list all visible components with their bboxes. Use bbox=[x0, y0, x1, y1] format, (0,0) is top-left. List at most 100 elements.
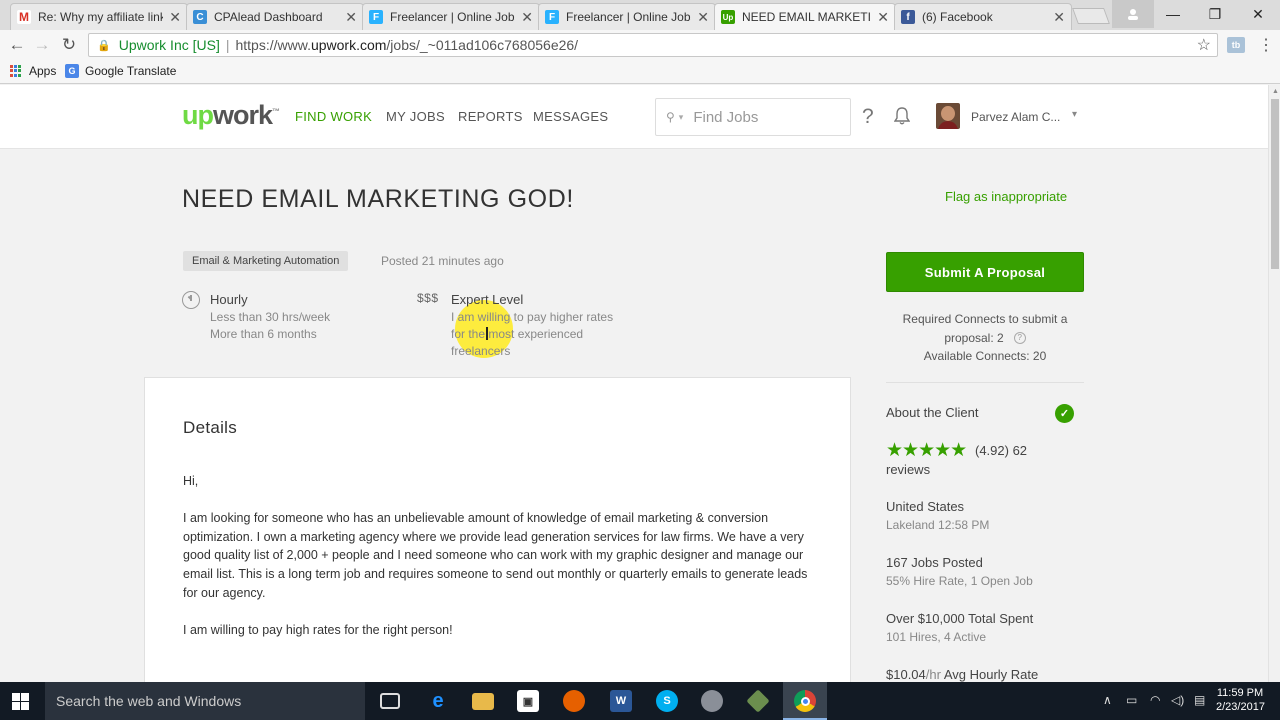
back-button[interactable]: ← bbox=[6, 34, 28, 56]
new-tab-button[interactable] bbox=[1072, 8, 1110, 24]
job-duration: More than 6 months bbox=[210, 327, 317, 341]
reviews-label: reviews bbox=[886, 462, 931, 477]
notification-bell-icon[interactable] bbox=[894, 107, 910, 125]
browser-tab-gmail[interactable]: M Re: Why my affiliate link ✕ bbox=[10, 3, 188, 30]
nav-messages[interactable]: MESSAGES bbox=[533, 109, 608, 124]
details-card: Details Hi, I am looking for someone who… bbox=[144, 377, 851, 682]
firefox-icon[interactable] bbox=[563, 690, 585, 712]
browser-tab-cpalead[interactable]: C CPAlead Dashboard ✕ bbox=[186, 3, 364, 30]
taskbar-clock[interactable]: 11:59 PM 2/23/2017 bbox=[1216, 686, 1265, 714]
submit-proposal-button[interactable]: Submit A Proposal bbox=[886, 252, 1084, 292]
forward-button[interactable]: → bbox=[31, 34, 53, 56]
close-icon[interactable]: ✕ bbox=[877, 9, 889, 26]
app-icon[interactable] bbox=[701, 690, 723, 712]
address-bar[interactable]: 🔒 Upwork Inc [US] | https://www.upwork.c… bbox=[88, 33, 1218, 57]
close-icon[interactable]: ✕ bbox=[169, 9, 181, 26]
help-icon[interactable]: ? bbox=[862, 105, 874, 129]
scrollbar-thumb[interactable] bbox=[1271, 99, 1279, 269]
extension-icon[interactable]: tb bbox=[1227, 37, 1245, 53]
browser-tab-freelancer-2[interactable]: F Freelancer | Online Jobs ✕ bbox=[538, 3, 716, 30]
browser-tab-strip: M Re: Why my affiliate link ✕ C CPAlead … bbox=[0, 0, 1280, 30]
bookmark-label: Apps bbox=[29, 64, 57, 78]
description-closing: I am willing to pay high rates for the r… bbox=[183, 623, 453, 637]
word-icon[interactable]: W bbox=[610, 690, 632, 712]
taskbar-search[interactable]: Search the web and Windows bbox=[45, 682, 365, 720]
flag-inappropriate-link[interactable]: Flag as inappropriate bbox=[945, 189, 1067, 204]
page-viewport: upwork™ FIND WORK MY JOBS REPORTS MESSAG… bbox=[0, 85, 1268, 682]
job-hours: Less than 30 hrs/week bbox=[210, 310, 331, 324]
volume-icon[interactable]: ◁) bbox=[1171, 693, 1184, 707]
task-view-icon[interactable] bbox=[380, 693, 400, 709]
apps-grid-icon bbox=[10, 64, 23, 78]
upwork-header: upwork™ FIND WORK MY JOBS REPORTS MESSAG… bbox=[0, 85, 1268, 149]
verified-check-icon: ✓ bbox=[1055, 404, 1074, 423]
window-close-button[interactable]: ✕ bbox=[1237, 0, 1279, 28]
bookmark-apps[interactable]: Apps bbox=[10, 64, 56, 78]
client-hire-rate: 55% Hire Rate, 1 Open Job bbox=[886, 574, 1033, 588]
profile-icon[interactable] bbox=[1112, 0, 1154, 28]
windows-taskbar: Search the web and Windows e ▣ W S ∧ ▭ ◠… bbox=[0, 682, 1280, 720]
browser-tab-freelancer-1[interactable]: F Freelancer | Online Jobs ✕ bbox=[362, 3, 540, 30]
tab-title: (6) Facebook bbox=[922, 10, 993, 24]
chrome-icon-center bbox=[800, 696, 810, 706]
browser-tab-upwork[interactable]: Up NEED EMAIL MARKETING ✕ bbox=[714, 3, 896, 30]
facebook-icon: f bbox=[901, 10, 915, 24]
tab-title: Freelancer | Online Jobs bbox=[390, 10, 516, 24]
file-explorer-icon[interactable] bbox=[472, 693, 494, 710]
job-type: Hourly bbox=[210, 292, 248, 307]
url-text: https://www.upwork.com/jobs/_~011ad106c7… bbox=[235, 37, 578, 53]
google-translate-icon: G bbox=[65, 64, 79, 78]
close-icon[interactable]: ✕ bbox=[521, 9, 533, 26]
site-identity[interactable]: Upwork Inc [US] bbox=[119, 37, 220, 53]
store-icon[interactable]: ▣ bbox=[517, 690, 539, 712]
nav-reports[interactable]: REPORTS bbox=[458, 109, 523, 124]
restore-button[interactable]: ❐ bbox=[1194, 0, 1236, 28]
bookmark-google-translate[interactable]: G Google Translate bbox=[65, 64, 176, 78]
browser-tab-facebook[interactable]: f (6) Facebook ✕ bbox=[894, 3, 1072, 30]
windows-start-icon[interactable] bbox=[12, 693, 29, 710]
skype-icon[interactable]: S bbox=[656, 690, 678, 712]
chevron-up-icon[interactable]: ∧ bbox=[1103, 693, 1112, 707]
help-icon[interactable]: ? bbox=[1013, 332, 1026, 345]
edge-icon[interactable]: e bbox=[427, 690, 449, 712]
client-local-time: Lakeland 12:58 PM bbox=[886, 518, 990, 532]
close-icon[interactable]: ✕ bbox=[1053, 9, 1065, 26]
bookmark-label: Google Translate bbox=[85, 64, 177, 78]
chevron-down-icon[interactable]: ▾ bbox=[1072, 109, 1077, 120]
close-icon[interactable]: ✕ bbox=[345, 9, 357, 26]
bookmark-star-icon[interactable]: ☆ bbox=[1197, 35, 1211, 55]
avg-rate-unit: /hr bbox=[925, 667, 941, 682]
reload-button[interactable]: ↻ bbox=[58, 34, 80, 56]
battery-icon[interactable]: ▭ bbox=[1126, 693, 1137, 707]
search-icon[interactable]: ⚲ bbox=[666, 110, 675, 124]
wifi-icon[interactable]: ◠ bbox=[1150, 693, 1160, 707]
category-tag[interactable]: Email & Marketing Automation bbox=[183, 251, 349, 271]
connects-info: Required Connects to submit a proposal: … bbox=[886, 310, 1084, 366]
search-placeholder: Find Jobs bbox=[693, 108, 759, 126]
chevron-down-icon[interactable]: ▾ bbox=[679, 112, 684, 123]
minimize-button[interactable]: — bbox=[1152, 0, 1194, 28]
client-avg-rate: $10.04/hr Avg Hourly Rate bbox=[886, 667, 1038, 682]
app-icon[interactable] bbox=[746, 689, 770, 713]
rating-score: (4.92) 62 bbox=[975, 443, 1028, 458]
tab-title: CPAlead Dashboard bbox=[214, 10, 323, 24]
tab-title: Re: Why my affiliate link bbox=[38, 10, 164, 24]
address-separator: | bbox=[225, 37, 230, 53]
nav-find-work[interactable]: FIND WORK bbox=[295, 109, 372, 124]
experience-description: I am willing to pay higher rates bbox=[451, 310, 614, 324]
upwork-icon: Up bbox=[721, 10, 735, 24]
bookmarks-bar: Apps G Google Translate bbox=[0, 60, 1280, 84]
close-icon[interactable]: ✕ bbox=[697, 9, 709, 26]
page-scrollbar[interactable]: ▲ bbox=[1268, 85, 1280, 682]
upwork-logo[interactable]: upwork™ bbox=[182, 100, 280, 131]
scroll-up-icon[interactable]: ▲ bbox=[1272, 88, 1279, 95]
chrome-menu-icon[interactable]: ⋮ bbox=[1258, 35, 1274, 55]
find-jobs-search[interactable]: ⚲ ▾ Find Jobs bbox=[655, 98, 851, 136]
tab-title: Freelancer | Online Jobs bbox=[566, 10, 692, 24]
notifications-icon[interactable]: ▤ bbox=[1194, 693, 1205, 707]
nav-my-jobs[interactable]: MY JOBS bbox=[386, 109, 445, 124]
client-jobs-posted: 167 Jobs Posted bbox=[886, 555, 983, 570]
user-name[interactable]: Parvez Alam C... bbox=[971, 110, 1060, 124]
chrome-icon[interactable] bbox=[794, 690, 816, 712]
avatar[interactable] bbox=[936, 103, 960, 129]
